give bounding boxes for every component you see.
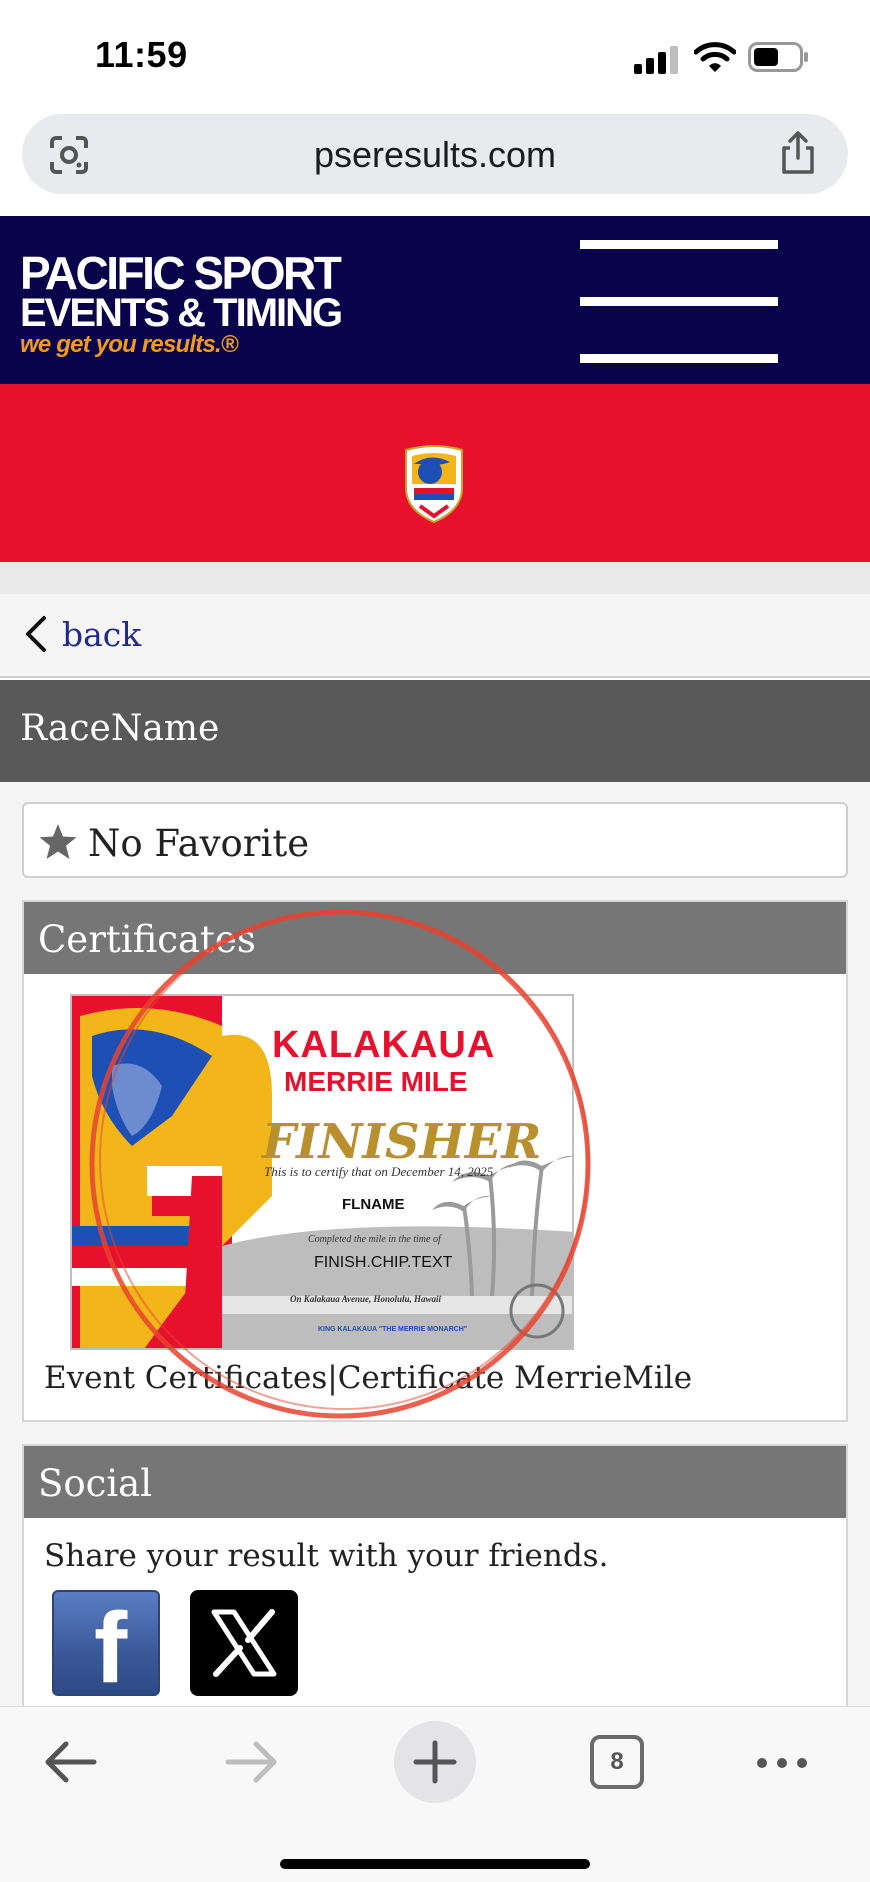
logo-tagline: we get you results.® <box>20 331 239 358</box>
certificate-image[interactable]: KALAKAUA MERRIE MILE FINISHER This is to… <box>70 994 574 1350</box>
plus-icon <box>413 1740 457 1784</box>
share-icon[interactable] <box>778 130 818 176</box>
logo-line1: PACIFIC SPORT <box>20 247 342 299</box>
certificates-panel: Certificates KALAKAUA MERRIE MILE FINISH… <box>22 900 848 1422</box>
facebook-share-button[interactable]: f <box>52 1590 160 1696</box>
cert-footer: KING KALAKAUA "THE MERRIE MONARCH" <box>318 1326 468 1333</box>
status-time: 11:59 <box>95 34 188 75</box>
site-header: PACIFIC SPORT EVENTS & TIMING we get you… <box>0 216 870 384</box>
cert-certify-text: This is to certify that on December 14, … <box>264 1164 494 1179</box>
url-text[interactable]: pseresults.com <box>22 134 848 176</box>
home-indicator <box>280 1859 590 1869</box>
tab-switcher-button[interactable]: 8 <box>590 1735 644 1789</box>
browser-toolbar: 8 <box>0 1706 870 1882</box>
race-name-bar: RaceName <box>0 680 870 782</box>
x-share-button[interactable] <box>190 1590 298 1696</box>
event-banner <box>0 384 870 562</box>
certificate-caption[interactable]: Event Certificates|Certificate MerrieMil… <box>44 1360 692 1396</box>
certificates-title: Certificates <box>24 902 846 974</box>
favorite-toggle[interactable]: No Favorite <box>22 802 848 878</box>
pacific-sport-logo[interactable]: PACIFIC SPORT EVENTS & TIMING we get you… <box>20 247 350 362</box>
spacer <box>0 562 870 594</box>
cert-heading: FINISHER <box>262 1114 542 1170</box>
favorite-label: No Favorite <box>88 822 310 865</box>
back-label[interactable]: back <box>62 615 141 654</box>
logo-line2: EVENTS & TIMING <box>20 291 343 335</box>
tab-count: 8 <box>610 1748 624 1775</box>
more-options-icon[interactable] <box>754 1743 810 1783</box>
address-bar[interactable]: pseresults.com <box>22 114 848 194</box>
social-panel: Social Share your result with your frien… <box>22 1444 848 1714</box>
new-tab-button[interactable] <box>394 1721 476 1803</box>
back-link[interactable]: back <box>22 614 141 654</box>
cert-completed-text: Completed the mile in the time of <box>308 1234 441 1245</box>
facebook-icon: f <box>94 1592 128 1696</box>
x-logo-icon <box>211 1609 277 1677</box>
cert-location: On Kalakaua Avenue, Honolulu, Hawaii <box>290 1294 442 1304</box>
star-icon <box>39 824 77 859</box>
event-crest-logo <box>405 445 463 524</box>
forward-arrow-icon[interactable] <box>222 1737 282 1787</box>
cellular-signal-icon <box>634 44 678 74</box>
status-bar: 11:59 <box>0 0 870 108</box>
chevron-left-icon <box>26 616 46 652</box>
social-share-text: Share your result with your friends. <box>44 1538 609 1574</box>
social-title: Social <box>24 1446 846 1518</box>
cert-name: FLNAME <box>342 1196 405 1213</box>
battery-icon <box>748 42 808 72</box>
race-name: RaceName <box>20 708 220 749</box>
hamburger-menu-button[interactable] <box>580 240 778 364</box>
wifi-icon <box>694 42 736 72</box>
cert-time: FINISH.CHIP.TEXT <box>314 1254 453 1271</box>
cert-event-line2: MERRIE MILE <box>284 1066 468 1097</box>
back-bar: back <box>0 594 870 678</box>
back-arrow-icon[interactable] <box>40 1737 100 1787</box>
cert-event-line1: KALAKAUA <box>272 1024 496 1066</box>
